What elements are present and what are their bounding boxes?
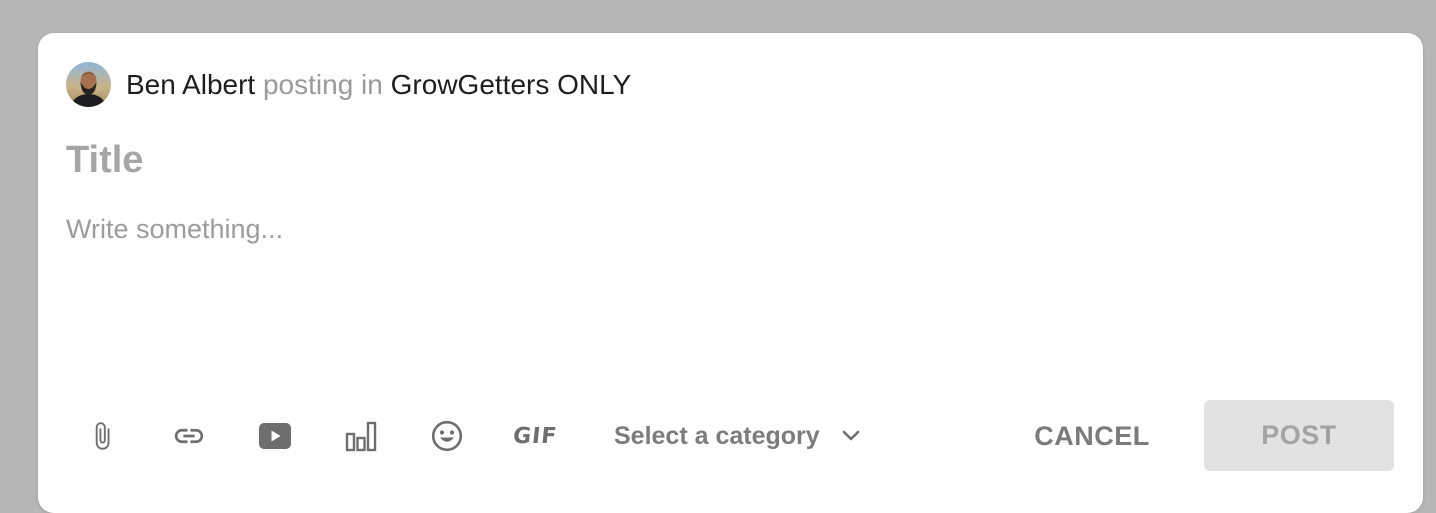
posting-in-text: posting in [262, 69, 383, 100]
paperclip-icon [95, 422, 110, 450]
gif-icon: GIF [511, 423, 559, 449]
attach-button[interactable] [82, 416, 122, 456]
chevron-down-icon [842, 430, 859, 441]
body-textarea[interactable] [66, 213, 1366, 373]
author-name[interactable]: Ben Albert [126, 69, 255, 100]
cancel-button[interactable]: CANCEL [1026, 414, 1158, 458]
composer-context: Ben Albert posting in GrowGetters ONLY [126, 62, 631, 107]
emoji-icon [431, 420, 463, 452]
emoji-button[interactable] [427, 416, 467, 456]
link-button[interactable] [169, 416, 209, 456]
poll-button[interactable] [341, 416, 381, 456]
group-name[interactable]: GrowGetters ONLY [391, 69, 632, 100]
video-button[interactable] [255, 416, 295, 456]
title-input[interactable] [66, 133, 1366, 187]
composer-toolbar: GIF Select a category CANCEL POST [38, 400, 1423, 472]
poll-icon [345, 421, 377, 452]
post-button[interactable]: POST [1204, 400, 1394, 471]
gif-button[interactable]: GIF [510, 416, 560, 456]
category-select[interactable]: Select a category [614, 416, 860, 456]
category-select-label: Select a category [614, 421, 820, 450]
avatar[interactable] [66, 62, 111, 107]
composer-header: Ben Albert posting in GrowGetters ONLY [66, 62, 631, 107]
youtube-icon [259, 423, 291, 449]
link-icon [174, 428, 204, 444]
post-composer-card: Ben Albert posting in GrowGetters ONLY T… [38, 33, 1423, 513]
